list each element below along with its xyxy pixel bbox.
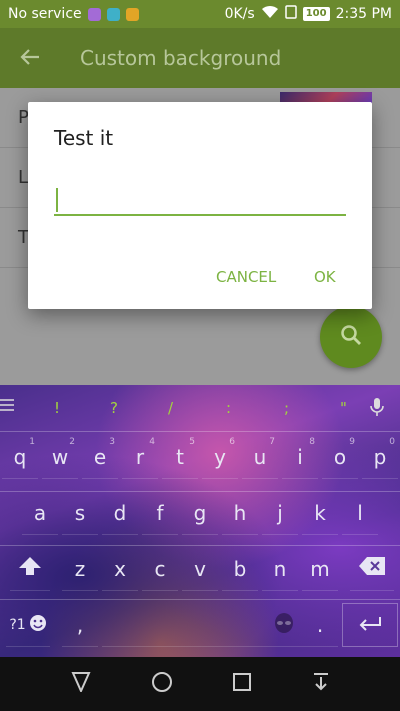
space-bar[interactable] bbox=[102, 603, 302, 647]
recents-square-icon[interactable] bbox=[232, 672, 252, 696]
app-bar: Custom background bbox=[0, 28, 400, 88]
key-d[interactable]: d bbox=[102, 491, 138, 535]
symbols-emoji-key[interactable]: ?1 bbox=[6, 603, 50, 647]
comma-key[interactable]: , bbox=[62, 603, 98, 647]
divider bbox=[0, 431, 400, 432]
key-m[interactable]: m bbox=[302, 547, 338, 591]
key-w[interactable]: w2 bbox=[42, 435, 78, 479]
divider bbox=[0, 599, 400, 600]
toolbar-symbol[interactable]: ! bbox=[54, 399, 60, 417]
notification-app-icon bbox=[106, 7, 120, 21]
key-u[interactable]: u7 bbox=[242, 435, 278, 479]
microphone-icon[interactable] bbox=[370, 397, 384, 421]
key-c[interactable]: c bbox=[142, 547, 178, 591]
toolbar-symbol[interactable]: / bbox=[168, 399, 173, 417]
backspace-icon bbox=[358, 556, 386, 581]
carrier-text: No service bbox=[8, 6, 82, 22]
key-z[interactable]: z bbox=[62, 547, 98, 591]
test-dialog: Test it CANCEL OK bbox=[28, 102, 372, 309]
key-t[interactable]: t5 bbox=[162, 435, 198, 479]
key-r[interactable]: r4 bbox=[122, 435, 158, 479]
home-circle-icon[interactable] bbox=[151, 671, 173, 697]
search-fab-button[interactable] bbox=[320, 306, 382, 368]
network-speed: 0K/s bbox=[224, 6, 255, 22]
key-i[interactable]: i8 bbox=[282, 435, 318, 479]
sim-icon bbox=[284, 5, 297, 23]
app-title: Custom background bbox=[80, 46, 282, 70]
key-x[interactable]: x bbox=[102, 547, 138, 591]
soft-keyboard: ! ? / : ; " q1 w2 e3 r4 t5 y6 u7 i8 o9 p… bbox=[0, 385, 400, 657]
alien-logo-icon bbox=[274, 613, 294, 640]
key-e[interactable]: e3 bbox=[82, 435, 118, 479]
divider bbox=[0, 545, 400, 546]
menu-lines-icon[interactable] bbox=[0, 397, 14, 416]
test-text-input[interactable] bbox=[54, 182, 346, 216]
key-l[interactable]: l bbox=[342, 491, 378, 535]
text-cursor bbox=[56, 188, 58, 212]
notification-app-icon bbox=[87, 7, 101, 21]
key-q[interactable]: q1 bbox=[2, 435, 38, 479]
key-v[interactable]: v bbox=[182, 547, 218, 591]
key-p[interactable]: p0 bbox=[362, 435, 398, 479]
cancel-button[interactable]: CANCEL bbox=[216, 268, 276, 286]
ok-button[interactable]: OK bbox=[314, 268, 336, 286]
back-arrow-icon[interactable] bbox=[0, 44, 60, 72]
toolbar-symbol[interactable]: ; bbox=[284, 399, 289, 417]
shift-arrow-icon bbox=[18, 556, 42, 581]
search-icon bbox=[340, 324, 362, 350]
key-j[interactable]: j bbox=[262, 491, 298, 535]
key-a[interactable]: a bbox=[22, 491, 58, 535]
wifi-icon bbox=[261, 5, 279, 23]
notification-app-icon bbox=[125, 7, 139, 21]
status-bar: No service 0K/s 100 2:35 PM bbox=[0, 0, 400, 28]
enter-arrow-icon bbox=[358, 613, 382, 637]
toolbar-symbol[interactable]: " bbox=[340, 399, 347, 417]
back-triangle-icon[interactable] bbox=[70, 672, 92, 696]
key-h[interactable]: h bbox=[222, 491, 258, 535]
emoji-icon bbox=[29, 614, 47, 636]
enter-key[interactable] bbox=[342, 603, 398, 647]
battery-icon: 100 bbox=[302, 7, 330, 21]
navigation-bar bbox=[0, 657, 400, 711]
key-g[interactable]: g bbox=[182, 491, 218, 535]
key-s[interactable]: s bbox=[62, 491, 98, 535]
shift-key[interactable] bbox=[10, 547, 50, 591]
key-f[interactable]: f bbox=[142, 491, 178, 535]
backspace-key[interactable] bbox=[350, 547, 394, 591]
clock: 2:35 PM bbox=[335, 6, 392, 22]
key-o[interactable]: o9 bbox=[322, 435, 358, 479]
dialog-title: Test it bbox=[54, 126, 114, 150]
keyboard-toolbar: ! ? / : ; " bbox=[0, 385, 400, 431]
toolbar-symbol[interactable]: : bbox=[226, 399, 231, 417]
period-key[interactable]: . bbox=[302, 603, 338, 647]
key-n[interactable]: n bbox=[262, 547, 298, 591]
notifications-down-icon[interactable] bbox=[311, 672, 331, 696]
key-b[interactable]: b bbox=[222, 547, 258, 591]
key-y[interactable]: y6 bbox=[202, 435, 238, 479]
toolbar-symbol[interactable]: ? bbox=[110, 399, 118, 417]
key-k[interactable]: k bbox=[302, 491, 338, 535]
